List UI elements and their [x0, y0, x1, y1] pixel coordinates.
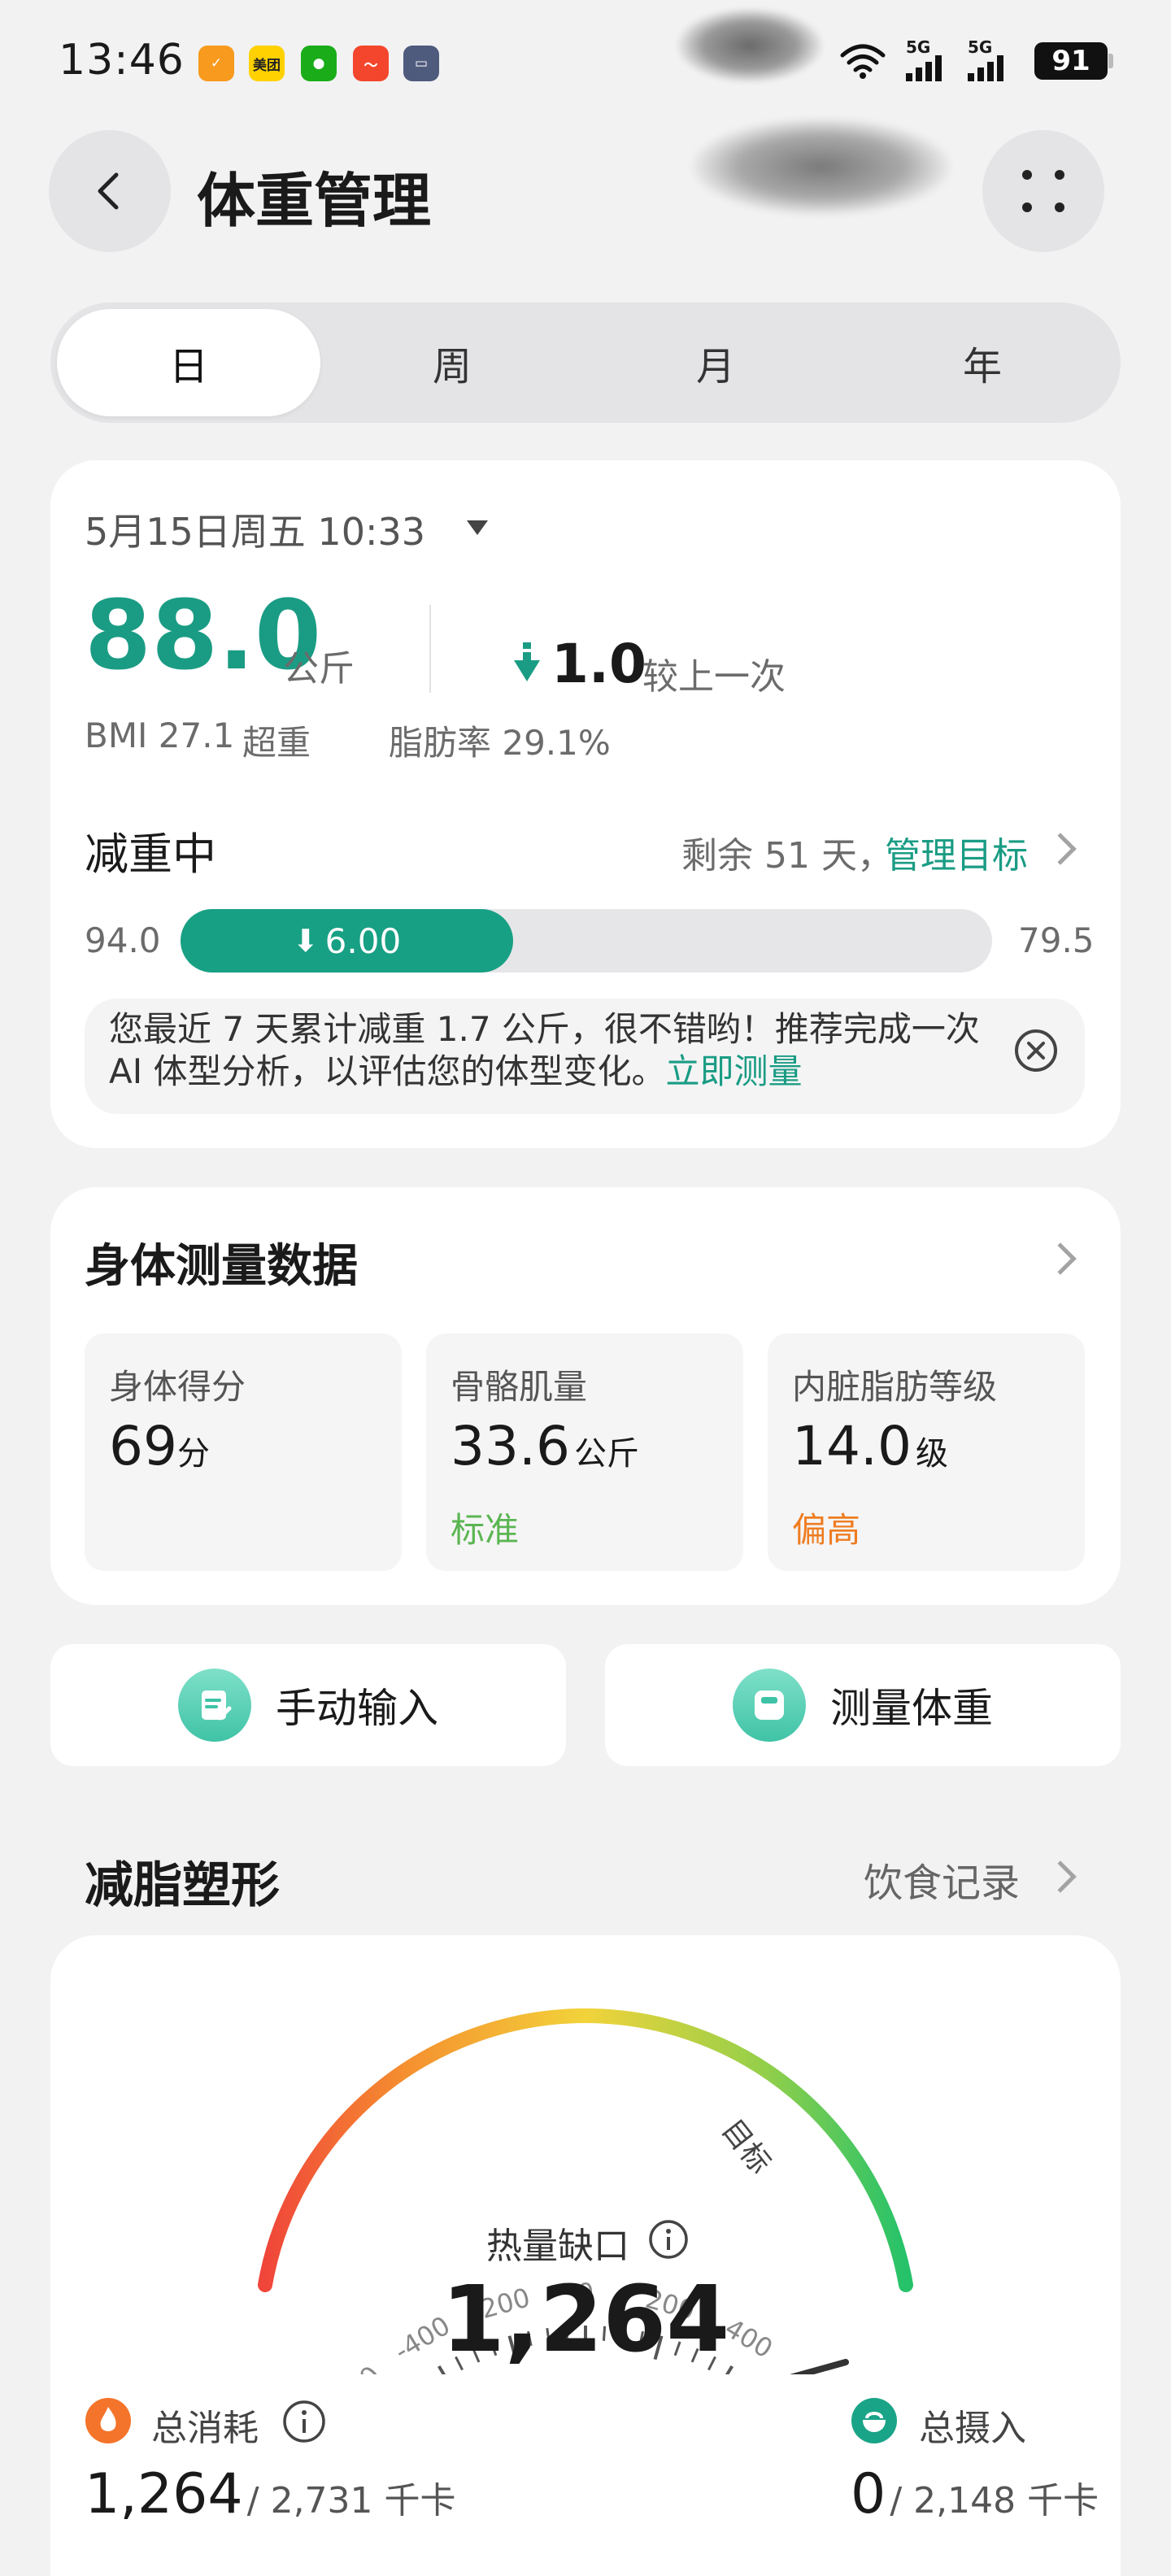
status-time: 13:46 — [59, 36, 185, 85]
blurred-region — [677, 8, 823, 83]
manage-goal-link[interactable]: 管理目标 — [885, 826, 1028, 878]
meituan-icon: 美团 — [249, 46, 285, 81]
tile-value-row: 69分 — [109, 1415, 210, 1477]
target-weight: 79.5 — [1018, 920, 1095, 960]
signal-icon-1 — [906, 55, 942, 81]
tile-value-row: 33.6 公斤 — [451, 1415, 639, 1477]
tile-status: 偏高 — [792, 1510, 861, 1550]
arrow-down-icon — [514, 642, 540, 681]
orange-app-icon: ✓ — [198, 46, 234, 81]
wechat-icon: ● — [301, 46, 337, 81]
weight-unit: 公斤 — [283, 648, 355, 690]
tile-value-row: 14.0 级 — [792, 1415, 948, 1477]
tile-status: 标准 — [451, 1510, 520, 1550]
tile-value: 69 — [109, 1415, 177, 1477]
tile-label: 身体得分 — [109, 1367, 246, 1407]
scale-icon — [733, 1669, 806, 1742]
tip-text: 您最近 7 天累计减重 1.7 公斤，很不错哟！推荐完成一次 AI 体型分析，以… — [109, 1008, 987, 1093]
blurred-region — [691, 118, 951, 215]
edit-note-icon — [178, 1669, 251, 1742]
weight-status: 减重中 — [85, 829, 216, 880]
manual-input-label: 手动输入 — [276, 1685, 438, 1732]
consumed-label: 总消耗 — [151, 2408, 259, 2449]
tab-year[interactable]: 年 — [851, 309, 1114, 416]
car-app-icon: ▭ — [403, 46, 439, 81]
tile-unit: 分 — [176, 1435, 210, 1473]
body-data-title: 身体测量数据 — [85, 1240, 358, 1293]
tab-month[interactable]: 月 — [584, 309, 847, 416]
battery-indicator: 91 — [1034, 42, 1108, 80]
chevron-right-icon[interactable] — [1044, 1860, 1077, 1893]
measure-weight-label: 测量体重 — [830, 1685, 993, 1732]
progress-fill: ⬇ 6.00 — [181, 909, 513, 973]
tile-value: 33.6 — [451, 1415, 570, 1477]
red-app-icon: 〜 — [353, 46, 389, 81]
tile-label: 骨骼肌量 — [451, 1367, 588, 1407]
food-bowl-icon — [851, 2398, 897, 2443]
tile-unit: 公斤 — [574, 1435, 640, 1473]
tab-week[interactable]: 周 — [320, 309, 584, 416]
gauge-label: 热量缺口 — [486, 2226, 629, 2267]
back-button[interactable] — [49, 130, 171, 252]
more-dots-icon — [1022, 170, 1064, 212]
tile-label: 内脏脂肪等级 — [792, 1367, 998, 1407]
weight-change: 1.0 — [551, 633, 646, 695]
record-date[interactable]: 5月15日周五 10:33 — [85, 503, 425, 556]
divider — [429, 605, 431, 693]
bmi-value: BMI 27.1 — [85, 716, 235, 755]
remaining-days: 剩余 51 天， — [681, 835, 893, 877]
intake-row: 0 / 2,148 千卡 — [851, 2462, 1099, 2526]
tile-unit: 级 — [916, 1435, 949, 1473]
progress-label: 6.00 — [324, 920, 402, 961]
page-title: 体重管理 — [197, 167, 432, 235]
battery-tip — [1108, 54, 1113, 68]
more-button[interactable] — [982, 130, 1104, 252]
calorie-deficit-value: 1,264 — [441, 2267, 730, 2373]
tile-value: 14.0 — [792, 1415, 912, 1477]
signal-icon-2 — [968, 55, 1003, 81]
measure-now-link[interactable]: 立即测量 — [665, 1051, 802, 1091]
change-label: 较上一次 — [642, 656, 786, 698]
start-weight: 94.0 — [85, 920, 161, 960]
bmi-status: 超重 — [242, 723, 311, 763]
intake-label: 总摄入 — [919, 2408, 1026, 2449]
wifi-icon — [840, 44, 886, 79]
body-fat-rate: 脂肪率 29.1% — [389, 723, 611, 763]
manual-input-button[interactable]: 手动输入 — [50, 1644, 566, 1766]
chevron-left-icon — [98, 172, 119, 210]
flame-icon — [85, 2398, 131, 2443]
consumed-row: 1,264 / 2,731 千卡 — [85, 2462, 456, 2526]
consumed-total: / 2,731 千卡 — [246, 2480, 456, 2522]
intake-value: 0 — [851, 2462, 886, 2526]
tab-day[interactable]: 日 — [57, 309, 320, 416]
dropdown-caret-icon[interactable] — [465, 519, 490, 537]
tip-message: 您最近 7 天累计减重 1.7 公斤，很不错哟！推荐完成一次 AI 体型分析，以… — [109, 1009, 980, 1091]
info-icon[interactable] — [647, 2218, 690, 2261]
info-icon[interactable] — [281, 2399, 327, 2444]
intake-total: / 2,148 千卡 — [890, 2480, 1099, 2522]
close-icon[interactable] — [1013, 1028, 1059, 1073]
measure-weight-button[interactable]: 测量体重 — [605, 1644, 1121, 1766]
arrow-down-icon: ⬇ — [292, 923, 319, 959]
consumed-value: 1,264 — [85, 2462, 243, 2526]
section-title: 减脂塑形 — [85, 1857, 280, 1914]
diet-record-link[interactable]: 饮食记录 — [864, 1851, 1020, 1908]
